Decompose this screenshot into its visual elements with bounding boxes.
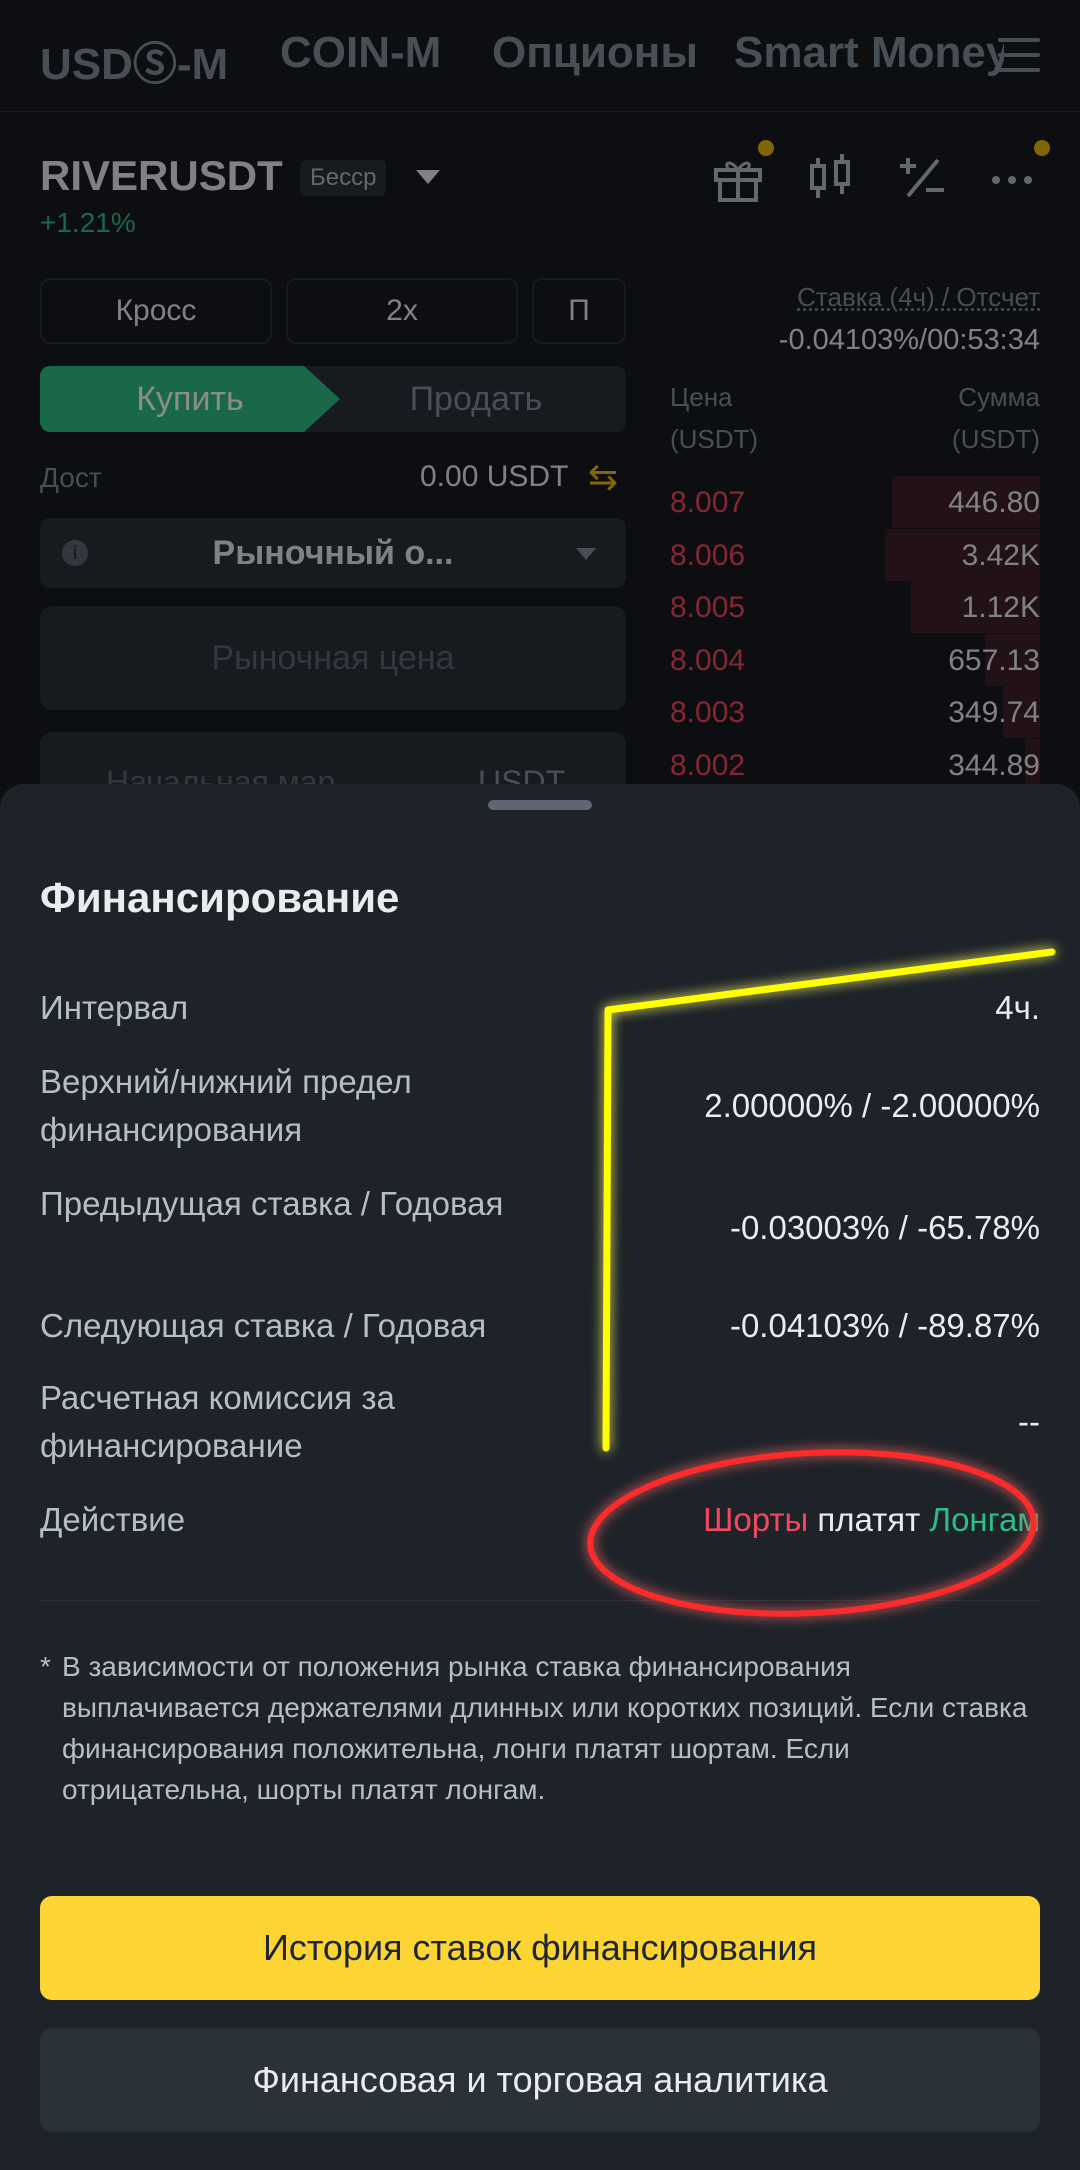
limit-label: Верхний/нижний предел финансирования: [40, 1063, 412, 1148]
estimated-fee-label: Расчетная комиссия за финансирование: [40, 1379, 395, 1464]
funding-sheet: Финансирование Интервал 4ч. Верхний/нижн…: [0, 784, 1080, 2170]
previous-rate-value: -0.03003% / -65.78%: [729, 1209, 1040, 1246]
analytics-button[interactable]: Финансовая и торговая аналитика: [40, 2028, 1040, 2132]
action-long: Лонгам: [929, 1501, 1040, 1538]
divider: [40, 1600, 1040, 1601]
action-verb: платят: [817, 1501, 921, 1538]
interval-value: 4ч.: [995, 989, 1040, 1026]
previous-rate-label: Предыдущая ставка / Годовая: [40, 1185, 504, 1222]
next-rate-label: Следующая ставка / Годовая: [40, 1307, 487, 1344]
estimated-fee-value: --: [1018, 1403, 1040, 1440]
drag-handle[interactable]: [488, 800, 592, 810]
note-text: В зависимости от положения рынка ставка …: [62, 1651, 1028, 1805]
sheet-title: Финансирование: [40, 874, 400, 921]
funding-note: * В зависимости от положения рынка ставк…: [40, 1646, 1040, 1810]
limit-value: 2.00000% / -2.00000%: [704, 1087, 1040, 1124]
next-rate-value: -0.04103% / -89.87%: [729, 1307, 1040, 1344]
funding-history-button[interactable]: История ставок финансирования: [40, 1896, 1040, 2000]
interval-label: Интервал: [40, 989, 189, 1026]
action-short: Шорты: [703, 1501, 809, 1538]
action-value: Шорты платят Лонгам: [703, 1496, 1040, 1544]
note-star: *: [40, 1651, 51, 1682]
action-label: Действие: [40, 1501, 186, 1538]
